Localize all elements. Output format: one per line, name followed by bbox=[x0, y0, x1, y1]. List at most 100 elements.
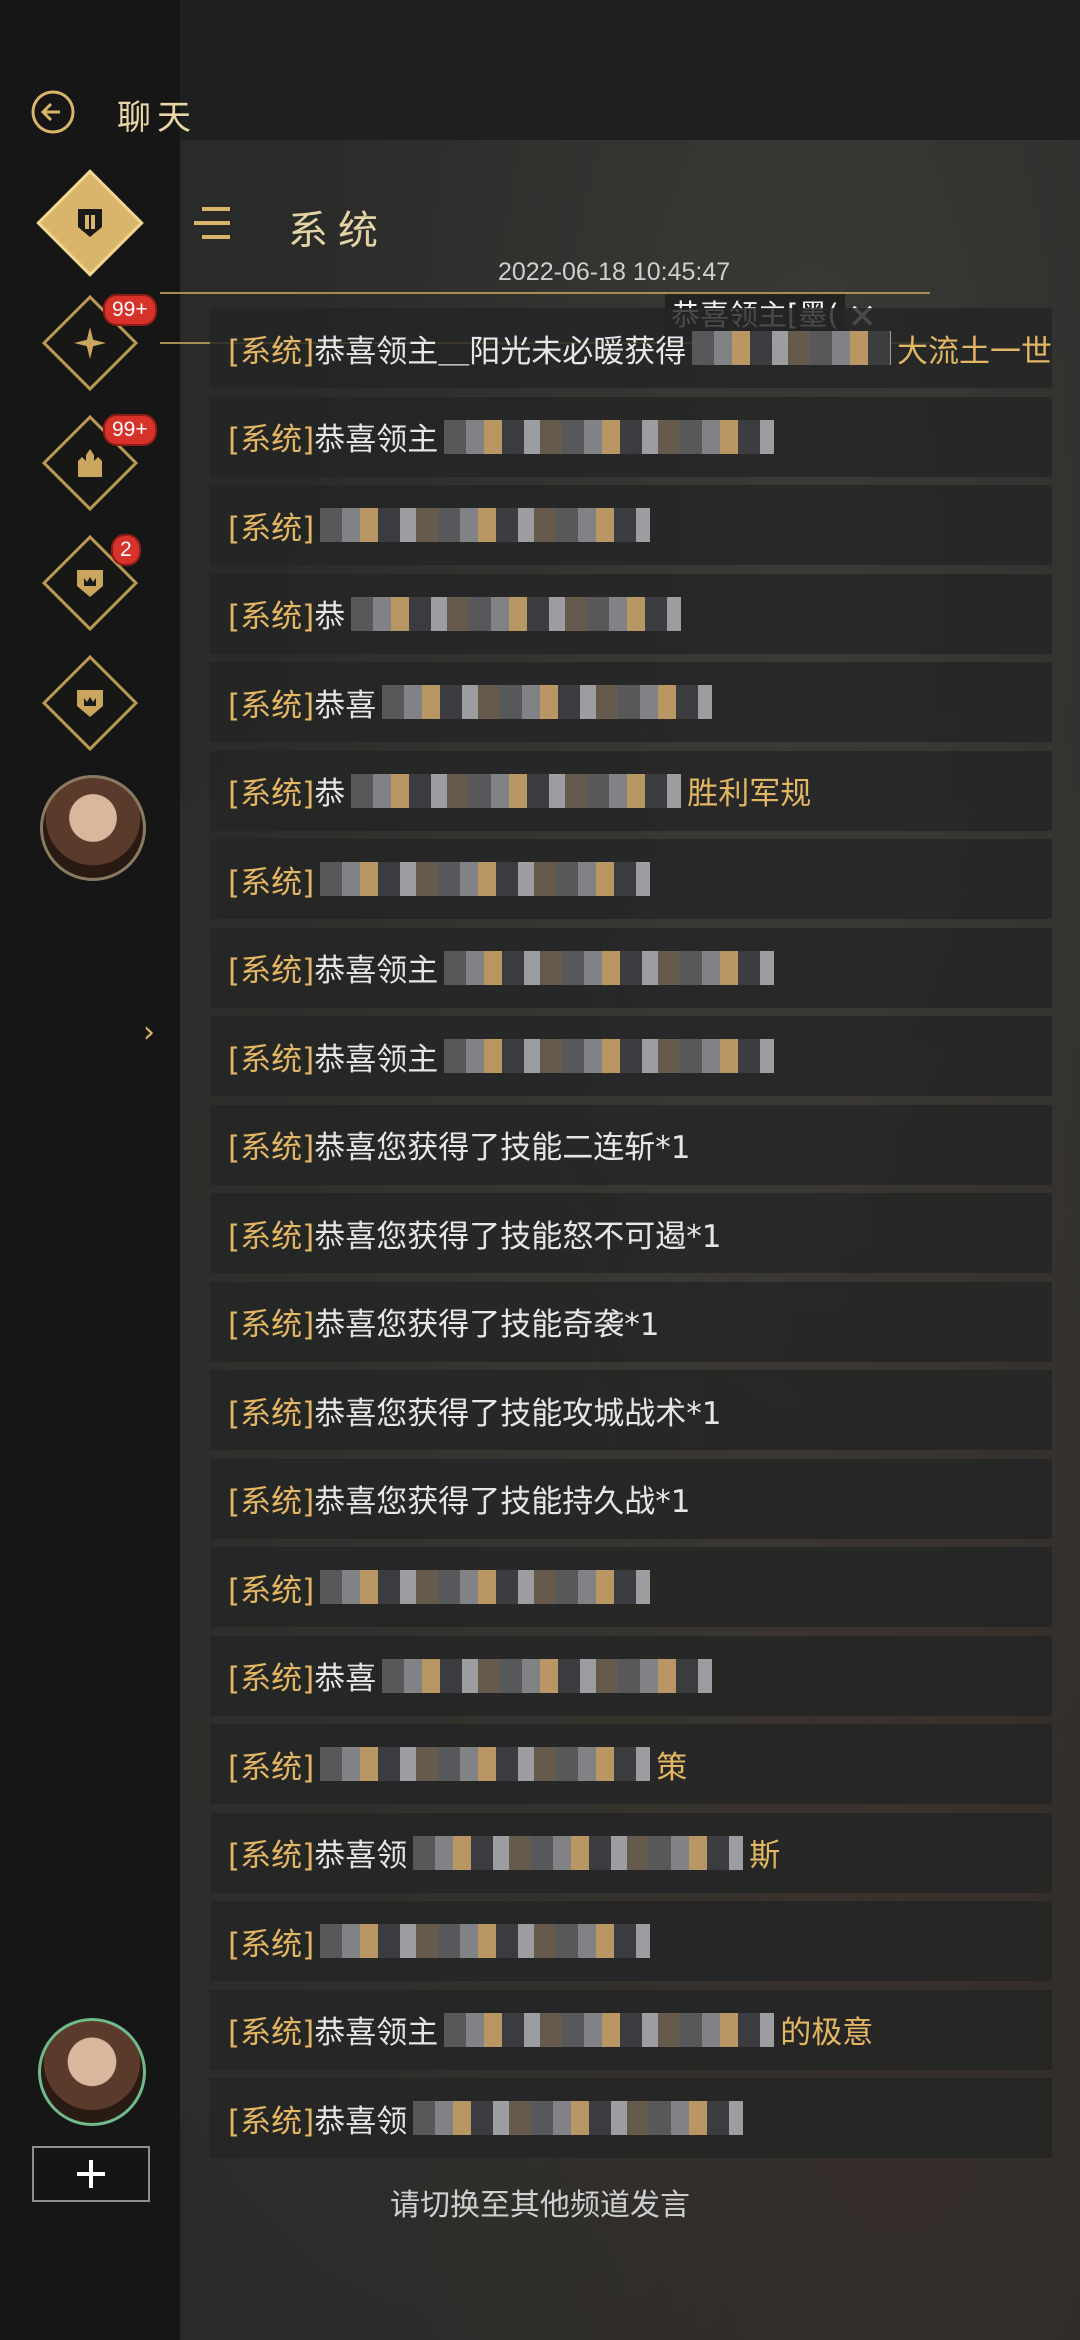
message-text: 恭喜领主 bbox=[314, 953, 439, 989]
channel-tag: [系统] bbox=[228, 1484, 315, 1520]
channel-tag: [系统] bbox=[228, 510, 315, 547]
castle-icon bbox=[78, 449, 102, 477]
unread-badge: 2 bbox=[111, 534, 141, 566]
message-text: 恭喜领主 bbox=[314, 422, 439, 458]
shield-crown-icon bbox=[77, 690, 103, 717]
channel-tag: [系统] bbox=[228, 333, 315, 370]
redacted-content bbox=[320, 508, 651, 542]
rail-item-alliance-2[interactable] bbox=[41, 654, 139, 752]
channel-tag: [系统] bbox=[228, 1307, 315, 1343]
message-text: 恭喜您获得了技能二连斩*1 bbox=[314, 1130, 691, 1166]
message-text: 恭喜领主 bbox=[314, 2015, 439, 2051]
channel-tag: [系统] bbox=[228, 776, 315, 812]
message-row[interactable]: [系统] bbox=[210, 1901, 1052, 1981]
channel-menu-icon[interactable] bbox=[190, 203, 234, 243]
rail-item-guild[interactable] bbox=[36, 169, 144, 277]
channel-tag: [系统] bbox=[228, 1130, 315, 1166]
message-row[interactable]: [系统] 恭喜领主 bbox=[210, 927, 1052, 1008]
helmet-icon bbox=[78, 209, 102, 237]
message-row[interactable]: [系统] 恭喜 bbox=[210, 662, 1052, 742]
channel-tag: [系统] bbox=[228, 864, 315, 901]
channel-tag: [系统] bbox=[228, 1041, 315, 1078]
redacted-content bbox=[320, 862, 651, 896]
message-row[interactable]: [系统] 恭 bbox=[210, 573, 1052, 654]
message-row[interactable]: [系统] 恭喜领主 bbox=[210, 1016, 1052, 1096]
rail-item-world[interactable]: 99+ bbox=[41, 294, 157, 392]
message-row[interactable]: [系统] bbox=[210, 839, 1052, 919]
message-suffix: 的极意 bbox=[780, 2015, 874, 2051]
message-timestamp: 2022-06-18 10:45:47 bbox=[498, 258, 731, 286]
message-text: 恭喜您获得了技能攻城战术*1 bbox=[314, 1395, 722, 1432]
channel-tag: [系统] bbox=[228, 599, 315, 635]
redacted-content bbox=[382, 1658, 713, 1693]
redacted-content bbox=[413, 2101, 744, 2135]
channel-tag: [系统] bbox=[228, 953, 315, 989]
channel-tag: [系统] bbox=[228, 1395, 315, 1432]
chevron-right-icon[interactable]: › bbox=[143, 1015, 155, 1050]
message-row[interactable]: [系统] 恭喜领 斯 bbox=[210, 1812, 1052, 1893]
message-text: 恭喜领 bbox=[314, 1838, 408, 1874]
back-button[interactable] bbox=[28, 87, 78, 137]
redacted-content bbox=[320, 1747, 651, 1781]
message-row[interactable]: [系统] 恭喜您获得了技能怒不可遏*1 bbox=[210, 1193, 1052, 1273]
channel-title: 系统 bbox=[288, 208, 388, 254]
message-row[interactable]: [系统] 恭喜领主＿阳光未必暖获得 大流土一世 bbox=[210, 308, 1052, 388]
channel-tag: [系统] bbox=[228, 2015, 315, 2051]
message-row[interactable]: [系统] bbox=[210, 1547, 1052, 1627]
unread-badge: 99+ bbox=[103, 294, 157, 326]
message-text: 恭喜您获得了技能奇袭*1 bbox=[314, 1307, 660, 1343]
rail-item-kingdom[interactable]: 99+ bbox=[41, 414, 157, 512]
channel-tag: [系统] bbox=[228, 2103, 315, 2140]
message-suffix: 斯 bbox=[749, 1838, 781, 1874]
message-suffix: 胜利军规 bbox=[687, 776, 812, 812]
redacted-content bbox=[382, 685, 713, 719]
contact-avatar[interactable] bbox=[40, 775, 146, 881]
channel-tag: [系统] bbox=[228, 1926, 315, 1963]
message-row[interactable]: [系统] 恭喜您获得了技能奇袭*1 bbox=[210, 1281, 1052, 1362]
shield-crown-icon bbox=[77, 570, 103, 597]
message-row[interactable]: [系统] bbox=[210, 485, 1052, 565]
channel-tag: [系统] bbox=[228, 1661, 315, 1697]
message-text: 恭喜您获得了技能怒不可遏*1 bbox=[314, 1218, 722, 1255]
channel-tag: [系统] bbox=[228, 422, 315, 458]
channel-tag: [系统] bbox=[228, 1838, 315, 1874]
redacted-content bbox=[444, 1039, 775, 1073]
message-row[interactable]: [系统] 恭 胜利军规 bbox=[210, 750, 1052, 831]
message-suffix: 策 bbox=[656, 1749, 688, 1786]
rail-item-alliance[interactable]: 2 bbox=[41, 534, 141, 632]
message-row[interactable]: [系统] 恭喜您获得了技能攻城战术*1 bbox=[210, 1370, 1052, 1450]
player-avatar[interactable] bbox=[38, 2018, 146, 2126]
channel-tag: [系统] bbox=[228, 1749, 315, 1786]
redacted-content bbox=[320, 1924, 651, 1958]
channel-tag: [系统] bbox=[228, 687, 315, 724]
message-suffix: 大流土一世 bbox=[897, 333, 1052, 370]
message-row[interactable]: [系统] 恭喜领 bbox=[210, 2078, 1052, 2158]
compass-icon bbox=[74, 327, 106, 359]
message-text: 恭喜领主 bbox=[314, 1041, 439, 1078]
message-row[interactable]: [系统] 策 bbox=[210, 1724, 1052, 1804]
message-row[interactable]: [系统] 恭喜领主 bbox=[210, 396, 1052, 477]
message-text: 恭 bbox=[314, 776, 346, 812]
channel-tag: [系统] bbox=[228, 1218, 315, 1255]
message-row[interactable]: [系统] 恭喜您获得了技能二连斩*1 bbox=[210, 1104, 1052, 1185]
redacted-content bbox=[444, 950, 775, 985]
message-text: 恭喜您获得了技能持久战*1 bbox=[314, 1484, 691, 1520]
message-text: 恭喜领主＿阳光未必暖获得 bbox=[314, 333, 687, 370]
channel-tag: [系统] bbox=[228, 1572, 315, 1609]
message-text: 恭 bbox=[314, 599, 346, 635]
redacted-content bbox=[444, 2012, 775, 2047]
channel-hint: 请切换至其他频道发言 bbox=[390, 2188, 690, 2223]
page-title: 聊天 bbox=[117, 98, 197, 138]
redacted-content bbox=[444, 419, 775, 454]
redacted-content bbox=[413, 1835, 744, 1870]
redacted-content bbox=[320, 1570, 651, 1604]
redacted-content bbox=[692, 331, 891, 365]
message-row[interactable]: [系统] 恭喜 bbox=[210, 1635, 1052, 1716]
redacted-content bbox=[351, 596, 682, 631]
message-text: 恭喜领 bbox=[314, 2103, 408, 2140]
message-row[interactable]: [系统] 恭喜您获得了技能持久战*1 bbox=[210, 1458, 1052, 1539]
back-arrow-icon bbox=[31, 90, 75, 134]
redacted-content bbox=[351, 773, 682, 808]
message-text: 恭喜 bbox=[314, 1661, 377, 1697]
message-row[interactable]: [系统] 恭喜领主 的极意 bbox=[210, 1989, 1052, 2070]
